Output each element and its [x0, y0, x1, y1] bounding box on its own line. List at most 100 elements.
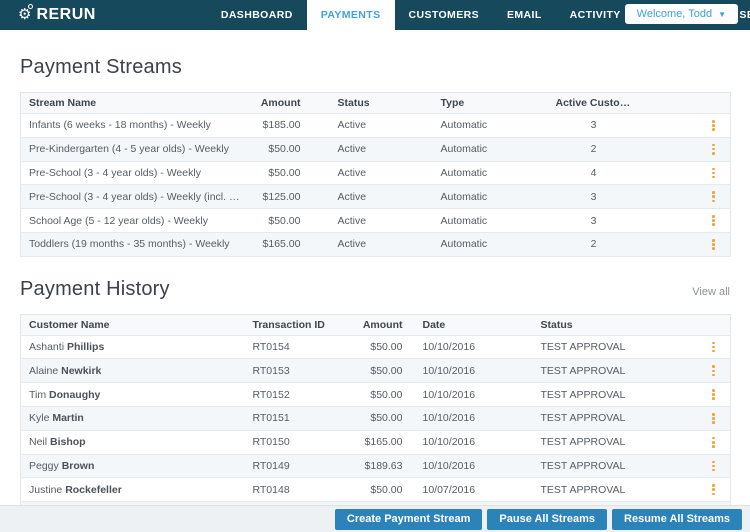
first-name: Kyle: [29, 412, 53, 425]
welcome-label: Welcome, Todd: [636, 8, 713, 20]
col-header-date: Date: [412, 314, 533, 336]
table-row: Pre-School (3 - 4 year olds) - Weekly $50…: [20, 161, 731, 186]
row-menu-kebab-icon[interactable]: [709, 340, 718, 355]
row-menu-kebab-icon[interactable]: [709, 237, 718, 252]
row-menu-kebab-icon[interactable]: [709, 142, 718, 157]
last-name: Phillips: [66, 341, 105, 354]
row-menu-kebab-icon[interactable]: [709, 482, 718, 497]
row-menu-cell: [639, 113, 731, 138]
first-name: Peggy: [29, 459, 62, 472]
customer-name-cell: Ashanti Phillips: [20, 335, 245, 360]
type-cell: Automatic: [432, 184, 548, 210]
table-header-row: Stream Name Amount Status Type Active Cu…: [20, 92, 731, 114]
top-navigation-bar: ⚙ RERUN DASHBOARD PAYMENTS CUSTOMERS EMA…: [0, 0, 750, 30]
nav-item-dashboard[interactable]: DASHBOARD: [207, 0, 307, 30]
nav-item-email[interactable]: EMAIL: [493, 0, 556, 30]
row-menu-cell: [662, 335, 731, 360]
payment-history-title: Payment History: [20, 277, 170, 300]
status-cell: TEST APPROVAL: [532, 406, 663, 431]
col-header-customer-name: Customer Name: [20, 314, 245, 336]
chevron-down-icon: ▼: [718, 9, 726, 19]
pause-all-streams-button[interactable]: Pause All Streams: [487, 508, 608, 530]
last-name: Brown: [61, 459, 95, 472]
create-payment-stream-button[interactable]: Create Payment Stream: [334, 508, 483, 530]
customer-name-cell: Tim Donaughy: [20, 382, 245, 408]
brand-logo[interactable]: ⚙ RERUN: [0, 0, 112, 30]
status-cell: TEST APPROVAL: [532, 454, 663, 479]
col-header-amount: Amount: [252, 92, 311, 114]
col-header-status: Status: [310, 92, 433, 114]
col-header-amount: Amount: [350, 314, 413, 336]
customer-name-cell: Kyle Martin: [20, 406, 245, 431]
nav-item-payments[interactable]: PAYMENTS: [306, 0, 395, 30]
date-cell: 10/10/2016: [412, 454, 533, 479]
nav-item-customers[interactable]: CUSTOMERS: [395, 0, 494, 30]
nav-item-activity[interactable]: ACTIVITY: [556, 0, 635, 30]
amount-cell: $50.00: [350, 406, 413, 431]
table-row: Kyle Martin RT0151 $50.00 10/10/2016 TEST AP…: [20, 406, 731, 431]
amount-cell: $50.00: [350, 382, 413, 408]
welcome-dropdown-button[interactable]: Welcome, Todd ▼: [624, 4, 738, 24]
status-cell: TEST APPROVAL: [532, 335, 663, 360]
col-header-active-customers: Active Customers: [547, 92, 640, 114]
footer-action-bar: Create Payment Stream Pause All Streams …: [0, 505, 750, 532]
row-menu-kebab-icon[interactable]: [709, 411, 718, 426]
type-cell: Automatic: [432, 113, 548, 138]
transaction-id-cell: RT0148: [244, 477, 351, 503]
amount-cell: $50.00: [350, 477, 413, 503]
row-menu-kebab-icon[interactable]: [709, 363, 718, 378]
amount-cell: $165.00: [252, 232, 311, 257]
customer-name-cell: Alaine Newkirk: [20, 358, 245, 384]
row-menu-kebab-icon[interactable]: [709, 459, 718, 474]
date-cell: 10/10/2016: [412, 382, 533, 408]
date-cell: 10/10/2016: [412, 406, 533, 431]
amount-cell: $50.00: [350, 335, 413, 360]
table-row: Infants (6 weeks - 18 months) - Weekly $1…: [20, 113, 731, 138]
row-menu-kebab-icon[interactable]: [709, 118, 718, 133]
row-menu-cell: [662, 358, 731, 384]
view-all-link[interactable]: View all: [692, 286, 730, 298]
table-row: Toddlers (19 months - 35 months) - Weekl…: [20, 232, 731, 257]
table-row: Pre-School (3 - 4 year olds) - Weekly (i…: [20, 184, 731, 210]
transaction-id-cell: RT0154: [244, 335, 351, 360]
payment-history-table: Customer Name Transaction ID Amount Date…: [20, 313, 731, 532]
stream-name-cell: School Age (5 - 12 year olds) - Weekly: [20, 208, 253, 233]
last-name: Bishop: [50, 436, 86, 449]
first-name: Ashanti: [29, 341, 67, 354]
page-content: Payment Streams Stream Name Amount Statu…: [0, 56, 750, 532]
col-header-stream-name: Stream Name: [20, 92, 253, 114]
row-menu-cell: [639, 184, 731, 210]
row-menu-cell: [662, 406, 731, 431]
type-cell: Automatic: [432, 161, 548, 186]
transaction-id-cell: RT0150: [244, 430, 351, 455]
table-row: Justine Rockefeller RT0148 $50.00 10/07/201…: [20, 477, 731, 503]
transaction-id-cell: RT0152: [244, 382, 351, 408]
row-menu-kebab-icon[interactable]: [709, 435, 718, 450]
first-name: Tim: [29, 388, 50, 401]
active-customers-cell: 2: [547, 232, 640, 257]
table-row: Peggy Brown RT0149 $189.63 10/10/2016 TEST A…: [20, 454, 731, 479]
table-row: Tim Donaughy RT0152 $50.00 10/10/2016 TEST A…: [20, 382, 731, 408]
status-cell: TEST APPROVAL: [532, 382, 663, 408]
amount-cell: $189.63: [350, 454, 413, 479]
row-menu-cell: [662, 382, 731, 408]
first-name: Justine: [29, 483, 66, 496]
date-cell: 10/10/2016: [412, 335, 533, 360]
first-name: Alaine: [29, 364, 62, 377]
resume-all-streams-button[interactable]: Resume All Streams: [612, 508, 742, 530]
row-menu-kebab-icon[interactable]: [709, 387, 718, 402]
stream-name-cell: Pre-School (3 - 4 year olds) - Weekly: [20, 161, 253, 186]
table-row: Ashanti Phillips RT0154 $50.00 10/10/2016 TE…: [20, 335, 731, 360]
status-cell: TEST APPROVAL: [532, 358, 663, 384]
row-menu-kebab-icon[interactable]: [709, 213, 718, 228]
status-cell: Active: [310, 137, 433, 162]
row-menu-kebab-icon[interactable]: [709, 189, 718, 204]
active-customers-cell: 3: [547, 184, 640, 210]
status-cell: Active: [310, 184, 433, 210]
row-menu-cell: [662, 477, 731, 503]
stream-name-cell: Toddlers (19 months - 35 months) - Weekl…: [20, 232, 253, 257]
last-name: Rockefeller: [65, 483, 122, 496]
type-cell: Automatic: [432, 208, 548, 233]
row-menu-kebab-icon[interactable]: [709, 166, 718, 181]
row-menu-cell: [662, 430, 731, 455]
